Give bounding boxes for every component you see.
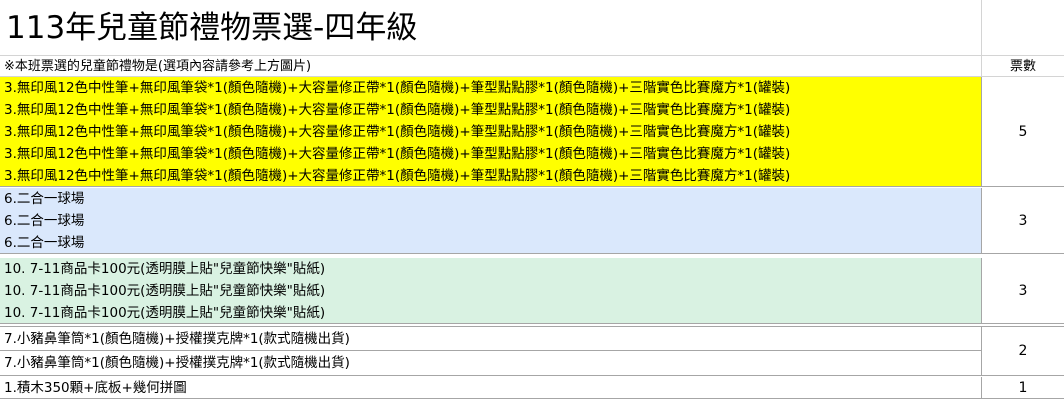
- vote-count-cell[interactable]: 2: [982, 327, 1064, 375]
- option-cell[interactable]: 3.無印風12色中性筆+無印風筆袋*1(顏色隨機)+大容量修正帶*1(顏色隨機)…: [0, 165, 982, 187]
- option-cell[interactable]: 10. 7-11商品卡100元(透明膜上貼"兒童節快樂"貼紙): [0, 258, 982, 280]
- title-side-cell[interactable]: [982, 0, 1064, 56]
- option-cell[interactable]: 3.無印風12色中性筆+無印風筆袋*1(顏色隨機)+大容量修正帶*1(顏色隨機)…: [0, 77, 982, 99]
- group-cells: 7.小豬鼻筆筒*1(顏色隨機)+授權撲克牌*1(款式隨機出貨) 7.小豬鼻筆筒*…: [0, 327, 982, 375]
- vote-count-cell[interactable]: 1: [982, 377, 1064, 398]
- header-count-cell[interactable]: 票數: [982, 56, 1064, 77]
- option-cell[interactable]: 6.二合一球場: [0, 210, 982, 232]
- group-cells: 1.積木350顆+底板+幾何拼圖: [0, 377, 982, 398]
- vote-group-10: 10. 7-11商品卡100元(透明膜上貼"兒童節快樂"貼紙) 10. 7-11…: [0, 258, 1064, 324]
- option-cell[interactable]: 3.無印風12色中性筆+無印風筆袋*1(顏色隨機)+大容量修正帶*1(顏色隨機)…: [0, 121, 982, 143]
- option-cell[interactable]: 3.無印風12色中性筆+無印風筆袋*1(顏色隨機)+大容量修正帶*1(顏色隨機)…: [0, 143, 982, 165]
- vote-group-3: 3.無印風12色中性筆+無印風筆袋*1(顏色隨機)+大容量修正帶*1(顏色隨機)…: [0, 77, 1064, 187]
- option-cell[interactable]: 7.小豬鼻筆筒*1(顏色隨機)+授權撲克牌*1(款式隨機出貨): [0, 351, 982, 375]
- option-cell[interactable]: 6.二合一球場: [0, 188, 982, 210]
- option-cell[interactable]: 10. 7-11商品卡100元(透明膜上貼"兒童節快樂"貼紙): [0, 302, 982, 324]
- vote-group-1: 1.積木350顆+底板+幾何拼圖 1: [0, 377, 1064, 399]
- option-cell[interactable]: 7.小豬鼻筆筒*1(顏色隨機)+授權撲克牌*1(款式隨機出貨): [0, 327, 982, 351]
- option-cell[interactable]: 6.二合一球場: [0, 232, 982, 254]
- header-label-cell[interactable]: ※本班票選的兒童節禮物是(選項內容請參考上方圖片): [0, 56, 982, 77]
- group-cells: 6.二合一球場 6.二合一球場 6.二合一球場: [0, 188, 982, 253]
- vote-count-cell[interactable]: 3: [982, 258, 1064, 323]
- vote-group-7: 7.小豬鼻筆筒*1(顏色隨機)+授權撲克牌*1(款式隨機出貨) 7.小豬鼻筆筒*…: [0, 326, 1064, 376]
- option-cell[interactable]: 3.無印風12色中性筆+無印風筆袋*1(顏色隨機)+大容量修正帶*1(顏色隨機)…: [0, 99, 982, 121]
- spreadsheet: 113年兒童節禮物票選-四年級 ※本班票選的兒童節禮物是(選項內容請參考上方圖片…: [0, 0, 1064, 400]
- option-cell[interactable]: 10. 7-11商品卡100元(透明膜上貼"兒童節快樂"貼紙): [0, 280, 982, 302]
- sheet-title[interactable]: 113年兒童節禮物票選-四年級: [0, 0, 982, 56]
- group-cells: 10. 7-11商品卡100元(透明膜上貼"兒童節快樂"貼紙) 10. 7-11…: [0, 258, 982, 323]
- vote-count-cell[interactable]: 5: [982, 77, 1064, 186]
- option-cell[interactable]: 1.積木350顆+底板+幾何拼圖: [0, 377, 982, 399]
- vote-group-6: 6.二合一球場 6.二合一球場 6.二合一球場 3: [0, 188, 1064, 254]
- group-cells: 3.無印風12色中性筆+無印風筆袋*1(顏色隨機)+大容量修正帶*1(顏色隨機)…: [0, 77, 982, 186]
- vote-count-cell[interactable]: 3: [982, 188, 1064, 253]
